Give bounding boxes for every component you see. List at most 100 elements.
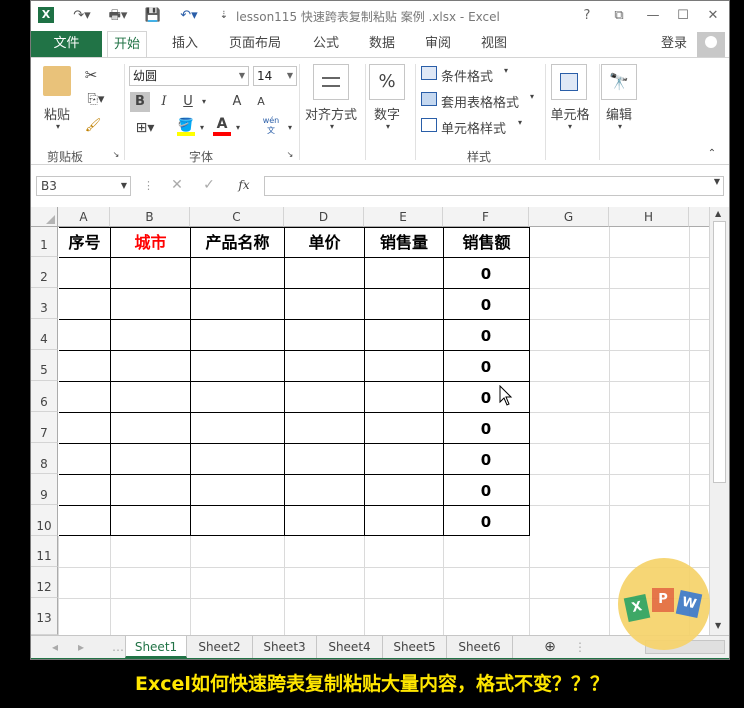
- sheet-tab-2[interactable]: Sheet2: [187, 636, 253, 658]
- ribbon-display-icon[interactable]: ⧉: [607, 5, 631, 27]
- worksheet-grid[interactable]: A B C D E F G H 1 2 3 4 5 6 7 8 9 10 11 …: [31, 207, 709, 635]
- sheet-tab-splitter-icon[interactable]: ⋮: [573, 636, 587, 658]
- row-header-5[interactable]: 5: [31, 350, 58, 381]
- font-name-box[interactable]: 幼圆 ▼: [129, 66, 249, 86]
- underline-button[interactable]: U: [179, 92, 197, 112]
- cell-styles-dropdown-icon[interactable]: ▾: [515, 118, 525, 127]
- close-icon[interactable]: ✕: [701, 5, 725, 27]
- column-header-e[interactable]: E: [364, 207, 443, 227]
- customize-toolbar-icon[interactable]: ⇣: [217, 6, 231, 26]
- paste-button[interactable]: 粘贴: [37, 104, 77, 123]
- borders-icon[interactable]: ⊞▾: [130, 118, 160, 138]
- tab-home[interactable]: 开始: [107, 31, 148, 58]
- header-cell-quantity[interactable]: 销售量: [365, 227, 443, 257]
- add-sheet-icon[interactable]: ⊕: [539, 636, 561, 658]
- sales-cell-f3[interactable]: 0: [443, 296, 529, 314]
- column-header-b[interactable]: B: [110, 207, 190, 227]
- find-binoculars-icon[interactable]: 🔭: [601, 64, 637, 100]
- header-cell-index[interactable]: 序号: [59, 227, 110, 257]
- sales-cell-f8[interactable]: 0: [443, 451, 529, 469]
- undo-icon[interactable]: ↶▾: [173, 6, 205, 26]
- tab-formulas[interactable]: 公式: [307, 31, 345, 57]
- header-cell-price[interactable]: 单价: [285, 227, 364, 257]
- paste-icon[interactable]: [43, 66, 71, 96]
- sales-cell-f9[interactable]: 0: [443, 482, 529, 500]
- maximize-icon[interactable]: ☐: [671, 5, 695, 27]
- sales-cell-f7[interactable]: 0: [443, 420, 529, 438]
- column-header-c[interactable]: C: [190, 207, 284, 227]
- row-header-1[interactable]: 1: [31, 227, 58, 257]
- name-box-dropdown-icon[interactable]: ▼: [121, 177, 127, 195]
- column-header-f[interactable]: F: [443, 207, 529, 227]
- sheet-tab-5[interactable]: Sheet5: [383, 636, 447, 658]
- font-name-dropdown-icon[interactable]: ▼: [239, 67, 245, 85]
- insert-function-icon[interactable]: fx: [233, 178, 255, 192]
- login-link[interactable]: 登录: [661, 31, 687, 57]
- tab-page-layout[interactable]: 页面布局: [223, 31, 287, 57]
- underline-dropdown-icon[interactable]: ▾: [199, 92, 209, 112]
- sheet-tab-3[interactable]: Sheet3: [253, 636, 317, 658]
- header-cell-city[interactable]: 城市: [111, 227, 190, 257]
- column-header-h[interactable]: H: [609, 207, 689, 227]
- editing-button[interactable]: 编辑: [599, 104, 639, 123]
- bold-button[interactable]: B: [130, 92, 150, 112]
- sheet-tab-1[interactable]: Sheet1: [125, 636, 187, 658]
- format-painter-icon[interactable]: 🖌: [83, 118, 103, 133]
- cells-dropdown-icon[interactable]: ▾: [565, 122, 575, 131]
- confirm-entry-icon[interactable]: ✓: [201, 177, 217, 193]
- grow-font-button[interactable]: A: [229, 92, 245, 112]
- font-color-button[interactable]: A: [213, 116, 231, 136]
- prev-sheet-icon[interactable]: ◂: [45, 636, 65, 658]
- row-header-13[interactable]: 13: [31, 598, 58, 635]
- format-as-table-button[interactable]: 套用表格格式: [441, 92, 519, 111]
- cells-icon[interactable]: [551, 64, 587, 100]
- row-header-2[interactable]: 2: [31, 257, 58, 288]
- row-header-7[interactable]: 7: [31, 412, 58, 443]
- select-all-corner[interactable]: [31, 207, 58, 227]
- name-box[interactable]: B3 ▼: [36, 176, 131, 196]
- alignment-icon[interactable]: [313, 64, 349, 100]
- conditional-format-dropdown-icon[interactable]: ▾: [501, 66, 511, 75]
- next-sheet-icon[interactable]: ▸: [71, 636, 91, 658]
- cell-styles-button[interactable]: 单元格样式: [441, 118, 506, 137]
- formula-expand-icon[interactable]: ▼: [714, 177, 720, 186]
- fill-color-dropdown-icon[interactable]: ▾: [197, 118, 207, 138]
- row-header-6[interactable]: 6: [31, 381, 58, 412]
- editing-dropdown-icon[interactable]: ▾: [615, 122, 625, 131]
- sales-cell-f6[interactable]: 0: [443, 389, 529, 407]
- cut-icon[interactable]: ✂: [81, 66, 101, 84]
- row-header-9[interactable]: 9: [31, 474, 58, 505]
- format-as-table-icon[interactable]: [421, 92, 437, 106]
- column-header-a[interactable]: A: [58, 207, 110, 227]
- sales-cell-f10[interactable]: 0: [443, 513, 529, 531]
- cells-button[interactable]: 单元格: [545, 104, 595, 123]
- redo-icon[interactable]: ↷▾: [67, 6, 97, 26]
- conditional-format-icon[interactable]: [421, 66, 437, 80]
- number-format-icon[interactable]: %: [369, 64, 405, 100]
- scroll-down-icon[interactable]: ▼: [715, 621, 721, 630]
- row-header-8[interactable]: 8: [31, 443, 58, 474]
- italic-button[interactable]: I: [155, 92, 173, 112]
- font-size-box[interactable]: 14 ▼: [253, 66, 297, 86]
- tab-review[interactable]: 审阅: [419, 31, 457, 57]
- phonetic-dropdown-icon[interactable]: ▾: [285, 118, 295, 138]
- alignment-button[interactable]: 对齐方式: [301, 104, 361, 123]
- tab-view[interactable]: 视图: [475, 31, 513, 57]
- copy-icon[interactable]: ⎘▾: [81, 92, 111, 107]
- cancel-entry-icon[interactable]: ✕: [169, 177, 185, 193]
- avatar[interactable]: [697, 32, 725, 58]
- phonetic-icon[interactable]: wén 文: [259, 116, 283, 136]
- sales-cell-f5[interactable]: 0: [443, 358, 529, 376]
- column-header-g[interactable]: G: [529, 207, 609, 227]
- format-as-table-dropdown-icon[interactable]: ▾: [527, 92, 537, 101]
- column-header-d[interactable]: D: [284, 207, 364, 227]
- row-header-12[interactable]: 12: [31, 567, 58, 598]
- save-icon[interactable]: 💾: [143, 6, 163, 26]
- row-header-11[interactable]: 11: [31, 536, 58, 567]
- number-button[interactable]: 数字: [367, 104, 407, 123]
- header-cell-sales[interactable]: 销售额: [444, 227, 529, 257]
- cell-styles-icon[interactable]: [421, 118, 437, 132]
- quick-print-icon[interactable]: 🖶▾: [101, 6, 135, 26]
- collapse-ribbon-icon[interactable]: ⌃: [705, 148, 719, 159]
- header-cell-product[interactable]: 产品名称: [191, 227, 284, 257]
